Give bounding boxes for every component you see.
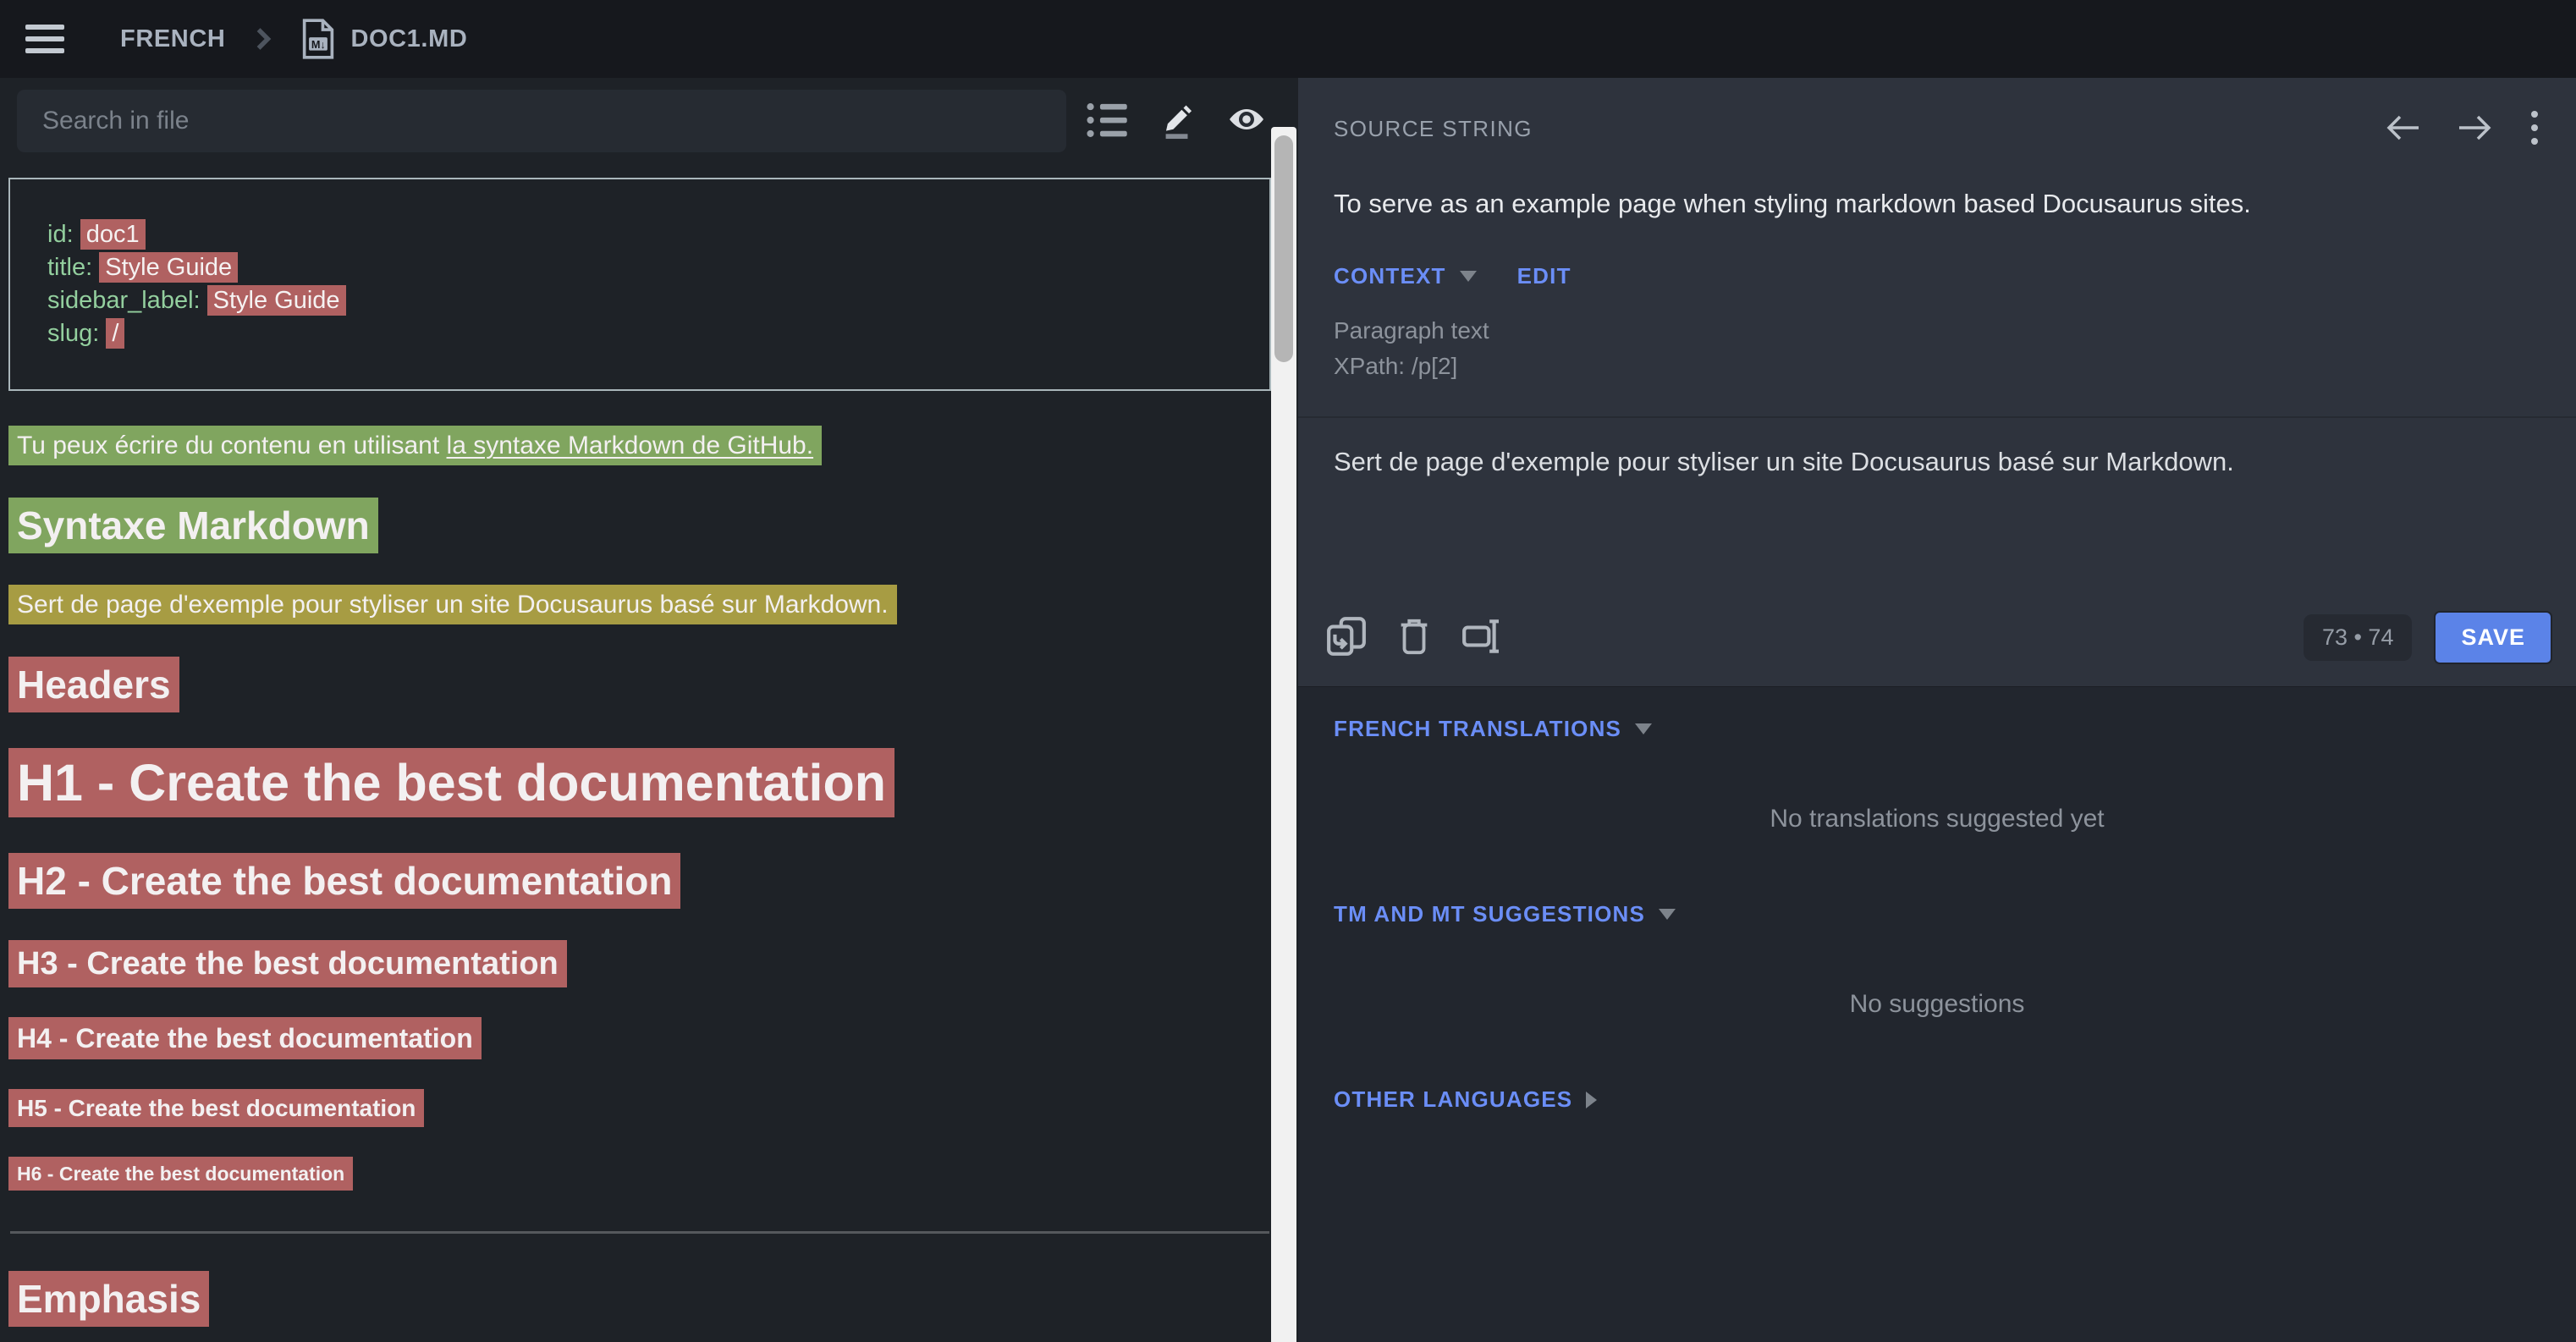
frontmatter-key: sidebar_label: (47, 287, 201, 314)
more-options-button[interactable] (2529, 108, 2540, 150)
translatable-string[interactable]: H1 - Create the best documentation (8, 748, 894, 817)
source-text: To serve as an example page when styling… (1298, 189, 2576, 219)
breadcrumb-project[interactable]: FRENCH (120, 25, 225, 53)
syntax-heading: Syntaxe Markdown (8, 503, 1283, 548)
char-counter: 73 • 74 (2304, 614, 2413, 661)
source-string-card: SOURCE STRING (1298, 78, 2576, 687)
translatable-string[interactable]: Style Guide (99, 252, 238, 283)
translatable-string[interactable]: Emphasis (8, 1271, 209, 1327)
forward-arrow-icon (2456, 113, 2495, 146)
frontmatter-line: title: Style Guide (47, 251, 1261, 284)
search-input[interactable] (17, 90, 1066, 152)
frontmatter-key: title: (47, 254, 92, 281)
chevron-down-icon (1635, 723, 1652, 734)
trash-icon (1395, 615, 1434, 660)
markdown-syntax-link[interactable]: la syntaxe Markdown de GitHub. (447, 432, 814, 459)
breadcrumb-file[interactable]: DOC1.MD (350, 25, 467, 53)
document-content: id: doc1 title: Style Guide sidebar_labe… (0, 152, 1298, 1342)
preview-mode-button[interactable] (1219, 93, 1274, 149)
h2-sample: H2 - Create the best documentation (8, 858, 1283, 904)
translatable-string[interactable]: H4 - Create the best documentation (8, 1017, 482, 1059)
translatable-string[interactable]: H6 - Create the best documentation (8, 1157, 353, 1191)
context-info: Paragraph text XPath: /p[2] (1298, 313, 2576, 384)
string-navigation (2383, 108, 2540, 150)
context-xpath: XPath: /p[2] (1334, 349, 2540, 384)
headers-heading: Headers (8, 662, 1283, 707)
save-button[interactable]: SAVE (2434, 611, 2552, 664)
edit-mode-button[interactable] (1149, 93, 1205, 149)
back-arrow-icon (2383, 113, 2422, 146)
previous-string-button[interactable] (2383, 113, 2422, 146)
no-suggestions-message: No suggestions (1334, 990, 2540, 1019)
file-editor-panel: id: doc1 title: Style Guide sidebar_labe… (0, 78, 1298, 1342)
copy-source-icon (1325, 615, 1368, 660)
hamburger-menu-icon[interactable] (25, 25, 64, 53)
context-type: Paragraph text (1334, 313, 2540, 349)
translatable-string[interactable]: Style Guide (207, 285, 346, 316)
svg-text:M↓: M↓ (311, 38, 326, 51)
frontmatter-block: id: doc1 title: Style Guide sidebar_labe… (8, 178, 1271, 391)
other-languages-section: OTHER LANGUAGES (1334, 1086, 2540, 1113)
translation-input[interactable]: Sert de page d'exemple pour styliser un … (1298, 418, 2576, 520)
translatable-string[interactable]: Headers (8, 657, 179, 712)
translatable-string[interactable]: H3 - Create the best documentation (8, 940, 567, 987)
translatable-string[interactable]: H5 - Create the best documentation (8, 1089, 424, 1127)
translation-toolbar: 73 • 74 SAVE (1322, 611, 2552, 664)
selected-translatable-string[interactable]: Sert de page d'exemple pour styliser un … (8, 585, 897, 624)
horizontal-rule (10, 1231, 1269, 1234)
source-string-title: SOURCE STRING (1334, 116, 1533, 142)
suggestions-area: FRENCH TRANSLATIONS No translations sugg… (1298, 716, 2576, 1113)
translatable-string[interactable]: Tu peux écrire du contenu en utilisant l… (8, 426, 822, 465)
frontmatter-line: sidebar_label: Style Guide (47, 284, 1261, 317)
file-toolbar (0, 78, 1298, 152)
other-languages-toggle[interactable]: OTHER LANGUAGES (1334, 1086, 1597, 1113)
h1-sample: H1 - Create the best documentation (8, 753, 1283, 812)
copy-source-button[interactable] (1322, 613, 1371, 663)
h5-sample: H5 - Create the best documentation (8, 1095, 1283, 1122)
pencil-icon (1158, 101, 1197, 142)
breadcrumb: FRENCH M↓ DOC1.MD (120, 19, 467, 59)
eye-icon (1226, 100, 1267, 143)
emphasis-heading: Emphasis (8, 1276, 1283, 1322)
no-translations-message: No translations suggested yet (1334, 805, 2540, 833)
tm-mt-suggestions-toggle[interactable]: TM AND MT SUGGESTIONS (1334, 901, 1676, 927)
selected-paragraph: Sert de page d'exemple pour styliser un … (8, 591, 1283, 619)
context-toggle[interactable]: CONTEXT (1334, 263, 1477, 289)
frontmatter-line: id: doc1 (47, 218, 1261, 251)
french-translations-toggle[interactable]: FRENCH TRANSLATIONS (1334, 716, 1652, 742)
context-row: CONTEXT EDIT (1298, 263, 2576, 289)
top-bar: FRENCH M↓ DOC1.MD (0, 0, 2576, 78)
h4-sample: H4 - Create the best documentation (8, 1023, 1283, 1054)
insert-tag-button[interactable] (1457, 613, 1506, 663)
h6-sample: H6 - Create the best documentation (8, 1163, 1283, 1185)
french-translations-section: FRENCH TRANSLATIONS (1334, 716, 2540, 742)
next-string-button[interactable] (2456, 113, 2495, 146)
markdown-file-icon: M↓ (301, 19, 335, 59)
frontmatter-line: slug: / (47, 317, 1261, 350)
translatable-string[interactable]: H2 - Create the best documentation (8, 853, 680, 909)
edit-context-button[interactable]: EDIT (1517, 263, 1571, 289)
intro-paragraph: Tu peux écrire du contenu en utilisant l… (8, 432, 1283, 460)
scrollbar-track[interactable] (1271, 127, 1296, 1342)
frontmatter-key: slug: (47, 320, 99, 347)
tm-mt-section: TM AND MT SUGGESTIONS (1334, 901, 2540, 927)
app-window: FRENCH M↓ DOC1.MD (0, 0, 2576, 1342)
frontmatter-key: id: (47, 221, 74, 248)
kebab-menu-icon (2529, 108, 2540, 150)
translatable-string[interactable]: / (106, 318, 124, 349)
scrollbar-thumb[interactable] (1274, 135, 1293, 362)
translation-panel: SOURCE STRING (1298, 78, 2576, 1342)
delete-translation-button[interactable] (1390, 613, 1439, 663)
chevron-down-icon (1460, 271, 1477, 282)
breadcrumb-chevron-icon (254, 26, 272, 52)
text-cursor-icon (1461, 615, 1503, 660)
translatable-string[interactable]: Syntaxe Markdown (8, 498, 378, 553)
h3-sample: H3 - Create the best documentation (8, 946, 1283, 982)
translatable-string[interactable]: doc1 (80, 219, 146, 250)
source-string-header: SOURCE STRING (1298, 78, 2576, 150)
list-icon (1084, 99, 1131, 144)
chevron-down-icon (1659, 909, 1676, 920)
list-view-button[interactable] (1080, 93, 1136, 149)
chevron-right-icon (1586, 1092, 1597, 1108)
